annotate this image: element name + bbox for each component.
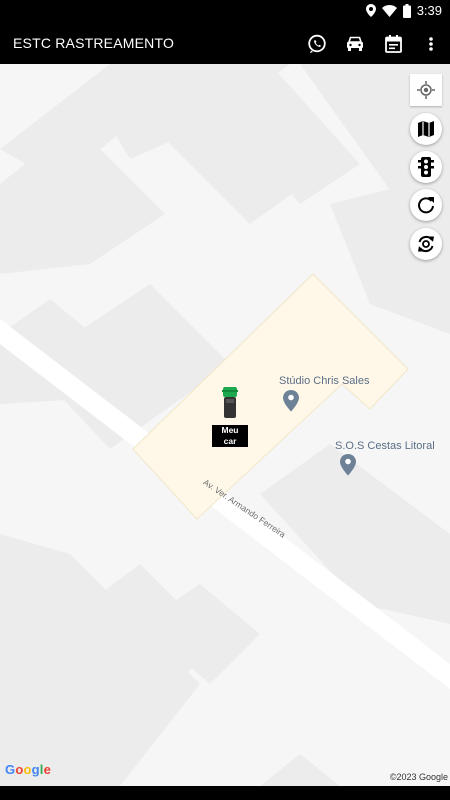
map-type-button[interactable] — [410, 113, 442, 145]
poi-label-studio[interactable]: Stúdio Chris Sales — [279, 375, 370, 387]
car-button[interactable] — [336, 24, 374, 64]
calendar-icon — [384, 35, 402, 53]
battery-icon — [402, 3, 411, 18]
overflow-menu-button[interactable] — [412, 24, 450, 64]
refresh-button[interactable] — [410, 189, 442, 221]
my-location-icon — [417, 81, 435, 99]
app-bar: ESTC RASTREAMENTO — [0, 24, 450, 64]
traffic-light-icon — [418, 157, 434, 177]
location-icon — [365, 4, 376, 17]
vehicle-marker[interactable]: Meu car — [212, 386, 248, 449]
poi-label-sos[interactable]: S.O.S Cestas Litoral — [335, 440, 435, 452]
map-copyright: ©2023 Google — [389, 772, 448, 782]
wifi-icon — [381, 4, 397, 17]
car-marker-icon — [222, 387, 238, 418]
status-bar: 3:39 — [0, 0, 450, 24]
map-view[interactable]: Stúdio Chris Sales S.O.S Cestas Litoral … — [0, 64, 450, 786]
refresh-icon — [418, 197, 434, 214]
status-time: 3:39 — [416, 3, 442, 18]
more-vert-icon — [429, 37, 433, 51]
marker-label: Meu car — [212, 425, 248, 447]
navigation-bar — [0, 786, 450, 800]
sync-icon — [418, 236, 434, 252]
whatsapp-icon — [308, 34, 326, 53]
sync-button[interactable] — [410, 228, 442, 260]
app-title: ESTC RASTREAMENTO — [13, 35, 175, 51]
calendar-button[interactable] — [374, 24, 412, 64]
my-location-button[interactable] — [410, 74, 442, 106]
traffic-button[interactable] — [410, 151, 442, 183]
whatsapp-button[interactable] — [298, 24, 336, 64]
google-logo: Google — [5, 762, 52, 777]
map-icon — [418, 121, 434, 137]
car-icon — [347, 36, 363, 51]
